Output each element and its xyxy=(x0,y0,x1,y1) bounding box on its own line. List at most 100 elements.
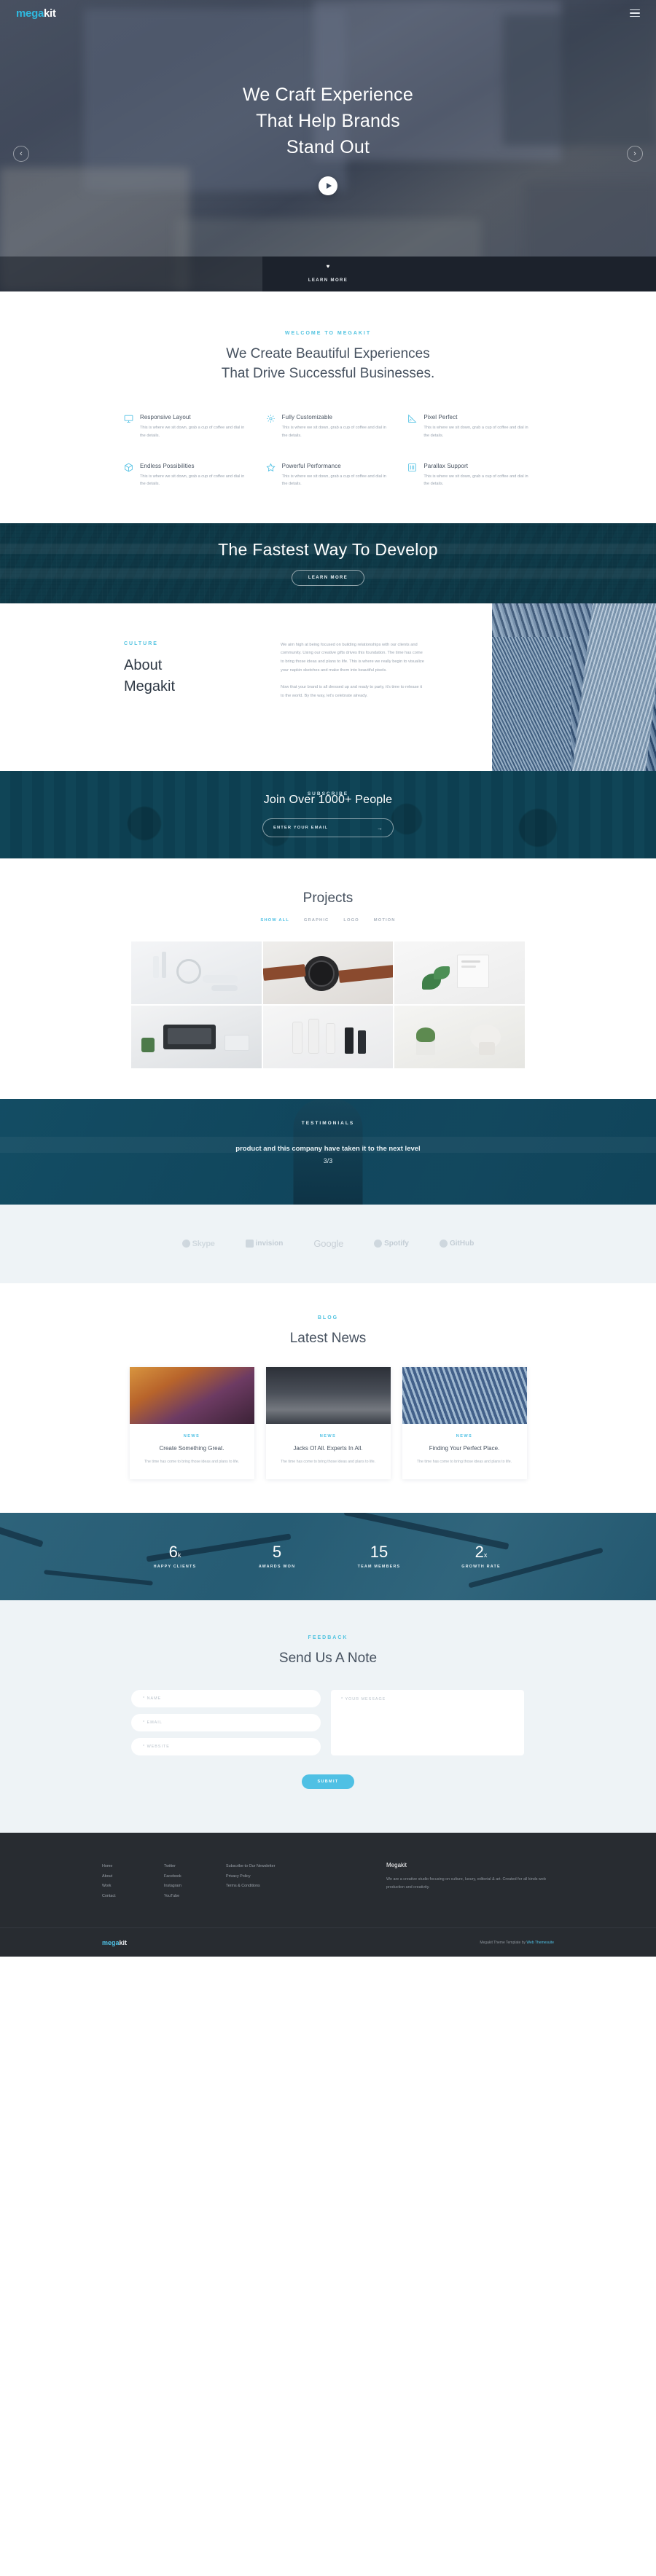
feature-item: Pixel Perfect This is where we sit down,… xyxy=(407,414,532,439)
logo-text-mega: mega xyxy=(16,7,44,20)
monitor-icon xyxy=(124,414,133,423)
email-subscribe-input[interactable]: ENTER YOUR EMAIL → xyxy=(262,818,394,838)
blog-card[interactable]: NEWS Finding Your Perfect Place. The tim… xyxy=(402,1367,527,1479)
blog-card-tag: NEWS xyxy=(183,1434,200,1439)
website-input[interactable]: * WEBSITE xyxy=(131,1738,321,1756)
project-tile[interactable] xyxy=(262,941,394,1004)
footer-link-newsletter[interactable]: Subscribe to Our Newsletter xyxy=(226,1862,321,1872)
project-tile[interactable] xyxy=(131,1005,262,1068)
message-textarea[interactable]: * YOUR MESSAGE xyxy=(331,1690,524,1756)
carousel-next-icon[interactable]: › xyxy=(627,146,643,162)
blog-card[interactable]: NEWS Create Something Great. The time ha… xyxy=(129,1367,254,1479)
heart-icon: ♥ xyxy=(326,262,330,270)
hamburger-icon[interactable] xyxy=(630,9,640,17)
footer-link-twitter[interactable]: Twitter xyxy=(164,1862,226,1872)
footer-link-home[interactable]: Home xyxy=(102,1862,164,1872)
footer-link-contact[interactable]: Contact xyxy=(102,1892,164,1902)
footer-link-youtube[interactable]: YouTube xyxy=(164,1892,226,1902)
filter-graphic[interactable]: GRAPHIC xyxy=(304,918,329,923)
footer-columns: Home About Work Contact Twitter Facebook… xyxy=(102,1862,554,1901)
project-tile[interactable] xyxy=(262,1005,394,1068)
stats-counter-section: 6k HAPPY CLIENTS 5 AWARDS WON 15 TEAM ME… xyxy=(0,1512,656,1600)
carousel-prev-icon[interactable]: ‹ xyxy=(13,146,29,162)
stat-item: 6k HAPPY CLIENTS xyxy=(124,1543,226,1569)
features-section: WELCOME TO MEGAKIT We Create Beautiful E… xyxy=(0,291,656,523)
stat-item: 5 AWARDS WON xyxy=(226,1542,328,1569)
blog-card-tag: NEWS xyxy=(319,1434,337,1439)
invision-logo: invision xyxy=(245,1240,284,1248)
feature-item: Responsive Layout This is where we sit d… xyxy=(124,414,249,439)
filter-logo[interactable]: LOGO xyxy=(343,918,359,923)
about-title-line-2: Megakit xyxy=(124,678,176,694)
client-name: Spotify xyxy=(384,1240,409,1248)
name-input[interactable]: * NAME xyxy=(131,1690,321,1708)
arrow-right-icon[interactable]: → xyxy=(377,825,383,831)
features-title-line-1: We Create Beautiful Experiences xyxy=(226,346,430,361)
project-tile[interactable] xyxy=(394,941,525,1004)
contact-eyebrow: FEEDBACK xyxy=(308,1635,348,1640)
banner-learn-more-button[interactable]: LEARN MORE xyxy=(291,570,365,587)
stat-label: HAPPY CLIENTS xyxy=(153,1564,197,1569)
subscribe-section: SUBSCRIBE Join Over 1000+ People ENTER Y… xyxy=(0,770,656,858)
sliders-icon xyxy=(407,463,417,472)
filter-motion[interactable]: MOTION xyxy=(374,918,396,923)
features-title: We Create Beautiful Experiences That Dri… xyxy=(0,345,656,383)
stat-number: 5 xyxy=(272,1542,282,1561)
name-input-placeholder: * NAME xyxy=(143,1696,162,1702)
footer-link-about[interactable]: About xyxy=(102,1872,164,1882)
blog-card-image xyxy=(265,1367,391,1425)
feature-item: Parallax Support This is where we sit do… xyxy=(407,463,532,488)
project-tile[interactable] xyxy=(394,1005,525,1068)
email-input-placeholder: ENTER YOUR EMAIL xyxy=(273,826,329,831)
submit-button[interactable]: SUBMIT xyxy=(302,1774,354,1790)
footer-link-facebook[interactable]: Facebook xyxy=(164,1872,226,1882)
hero-section: megakit ‹ › We Craft Experience That Hel… xyxy=(0,0,656,291)
footer-link-privacy-policy[interactable]: Privacy Policy xyxy=(226,1872,321,1882)
blog-grid: NEWS Create Something Great. The time ha… xyxy=(129,1367,527,1479)
project-tile[interactable] xyxy=(131,941,262,1004)
footer-link-instagram[interactable]: Instagram xyxy=(164,1882,226,1892)
box-icon xyxy=(124,463,133,472)
hero-learn-more-bar[interactable]: ♥ LEARN MORE xyxy=(0,257,656,291)
google-logo: Google xyxy=(313,1238,343,1249)
about-section: CULTURE About Megakit We aim high at bei… xyxy=(0,603,656,771)
feature-title: Pixel Perfect xyxy=(423,414,458,421)
github-logo: GitHub xyxy=(440,1240,474,1248)
footer-brand-block: Megakit We are a creative studio focusin… xyxy=(386,1862,554,1901)
footer-brand-text: We are a creative studio focusing on cul… xyxy=(386,1877,546,1890)
site-logo[interactable]: megakit xyxy=(16,7,56,20)
feature-text: This is where we sit down, grab a cup of… xyxy=(140,474,245,487)
footer-link-terms[interactable]: Terms & Conditions xyxy=(226,1882,321,1892)
footer-logo-kit: kit xyxy=(119,1938,128,1946)
play-button[interactable] xyxy=(319,176,337,196)
feature-text: This is where we sit down, grab a cup of… xyxy=(423,474,528,487)
client-name: invision xyxy=(255,1240,284,1248)
filter-show-all[interactable]: SHOW ALL xyxy=(260,918,289,923)
footer-nav-pages: Home About Work Contact xyxy=(102,1862,164,1901)
email-input[interactable]: * EMAIL xyxy=(131,1714,321,1732)
stat-label: AWARDS WON xyxy=(258,1564,296,1569)
about-eyebrow: CULTURE xyxy=(124,641,158,646)
blog-card-title: Finding Your Perfect Place. xyxy=(429,1445,500,1452)
client-name: Skype xyxy=(192,1239,215,1248)
blog-section: BLOG Latest News NEWS Create Something G… xyxy=(0,1283,656,1513)
gear-icon xyxy=(266,414,276,423)
footer-link-work[interactable]: Work xyxy=(102,1882,164,1892)
footer-logo[interactable]: megakit xyxy=(102,1939,127,1946)
footer-credit-text: Megakit Theme Template by xyxy=(480,1940,527,1945)
hero-title-line-2: That Help Brands xyxy=(256,110,400,131)
footer-bottom-bar: megakit Megakit Theme Template by Web Th… xyxy=(0,1927,656,1957)
top-navigation-bar: megakit xyxy=(0,0,656,26)
projects-grid xyxy=(131,941,525,1068)
feature-item: Endless Possibilities This is where we s… xyxy=(124,463,249,488)
stat-number: 15 xyxy=(370,1542,388,1561)
blog-card[interactable]: NEWS Jacks Of All. Experts In All. The t… xyxy=(265,1367,391,1479)
feature-text: This is where we sit down, grab a cup of… xyxy=(423,426,528,438)
hero-title-line-3: Stand Out xyxy=(286,137,370,158)
hero-learn-more-label: LEARN MORE xyxy=(308,278,348,283)
blog-card-tag: NEWS xyxy=(456,1434,473,1439)
feature-title: Parallax Support xyxy=(423,462,469,469)
testimonials-section: TESTIMONIALS product and this company ha… xyxy=(0,1098,656,1205)
website-input-placeholder: * WEBSITE xyxy=(143,1745,170,1750)
footer-credit-link[interactable]: Web Themesuite xyxy=(526,1941,554,1945)
